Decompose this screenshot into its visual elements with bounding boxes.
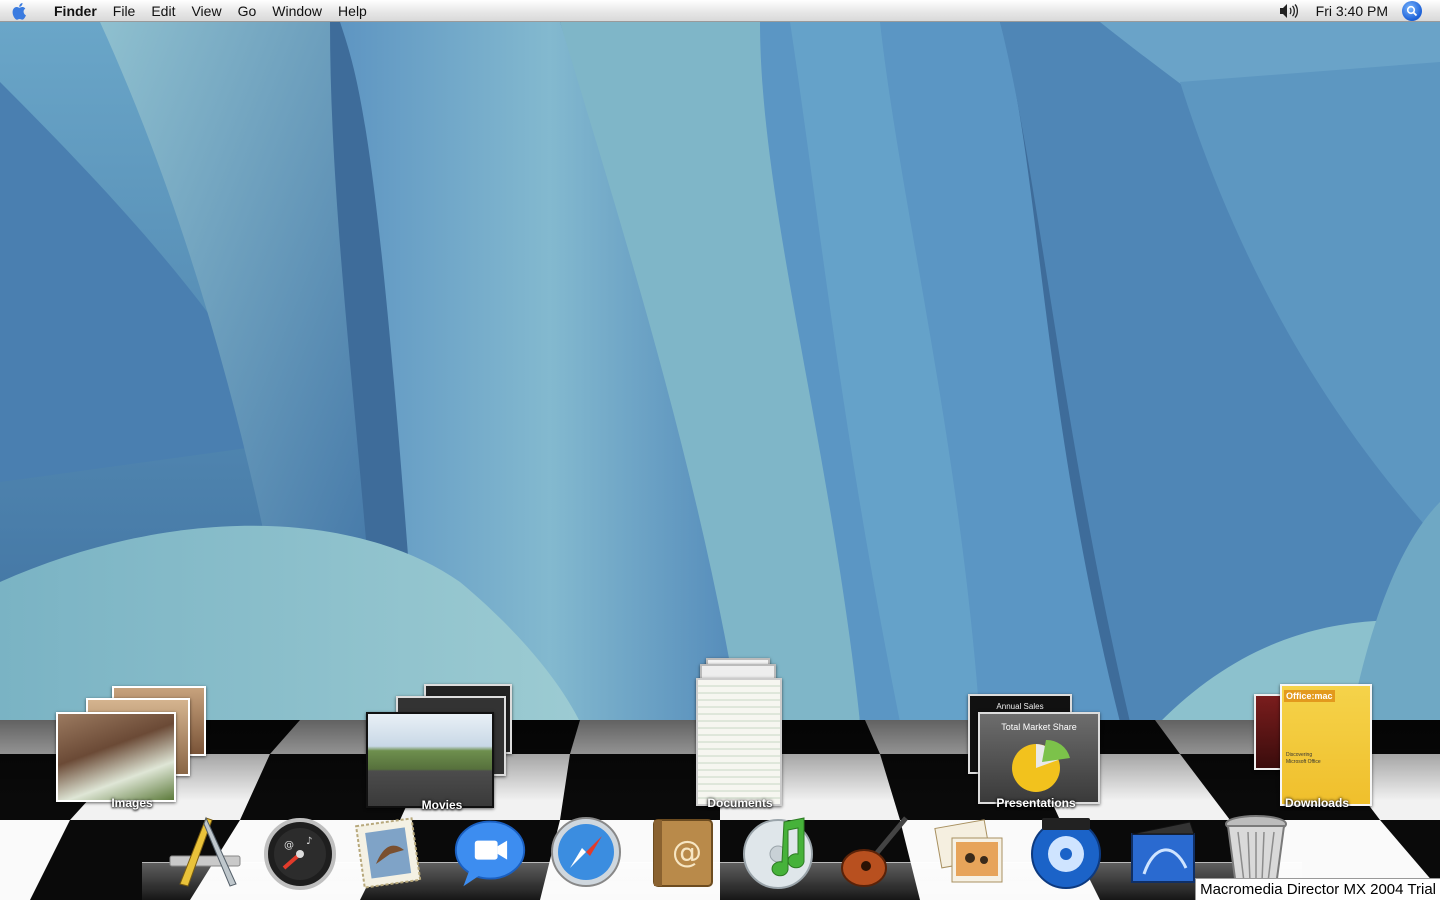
download-thumbnail: Office:mac Discovering Microsoft Office — [1280, 684, 1372, 806]
slide-title-back: Annual Sales — [996, 702, 1044, 711]
menu-go[interactable]: Go — [230, 0, 265, 22]
dock-itunes-icon[interactable] — [740, 812, 816, 892]
stack-images[interactable]: Images — [52, 684, 212, 812]
dock-garageband-icon[interactable] — [836, 812, 912, 892]
stack-label-movies: Movies — [421, 798, 463, 812]
volume-icon[interactable] — [1276, 0, 1300, 22]
pie-chart-icon — [1012, 739, 1070, 792]
dock-imovie-icon[interactable] — [1124, 812, 1200, 892]
stack-movies[interactable]: Movies — [362, 684, 522, 814]
presentation-thumbnail: Total Market Share — [978, 712, 1100, 804]
menu-window[interactable]: Window — [264, 0, 330, 22]
trial-banner: Macromedia Director MX 2004 Trial — [1195, 878, 1440, 900]
image-thumbnail — [56, 712, 176, 802]
menu-app-name[interactable]: Finder — [38, 0, 105, 22]
office-subtitle: Discovering Microsoft Office — [1286, 752, 1321, 765]
document-thumbnail — [696, 678, 782, 806]
dock-address-book-icon[interactable]: @ — [644, 812, 720, 892]
apple-menu-icon[interactable] — [0, 0, 38, 22]
svg-text:@: @ — [284, 840, 294, 851]
office-mac-logo: Office:mac — [1284, 690, 1335, 702]
stack-downloads[interactable]: Office:mac Discovering Microsoft Office … — [1252, 684, 1382, 812]
dock-iphoto-icon[interactable] — [932, 812, 1008, 892]
menu-file[interactable]: File — [105, 0, 144, 22]
menu-clock[interactable]: Fri 3:40 PM — [1300, 3, 1402, 19]
slide-title-front: Total Market Share — [1001, 722, 1077, 732]
dock-mail-icon[interactable] — [350, 812, 426, 892]
menu-edit[interactable]: Edit — [143, 0, 183, 22]
stack-label-documents: Documents — [707, 796, 773, 810]
desktop-wallpaper — [0, 22, 1440, 722]
dock-dvd-player-icon[interactable] — [1028, 812, 1104, 892]
dock-ichat-icon[interactable] — [452, 812, 528, 892]
svg-text:@: @ — [672, 835, 702, 870]
spotlight-icon[interactable] — [1402, 1, 1422, 21]
stack-documents[interactable]: Documents — [690, 656, 790, 812]
menu-help[interactable]: Help — [330, 0, 375, 22]
menu-bar: Finder File Edit View Go Window Help Fri… — [0, 0, 1440, 22]
dock-dashboard-icon[interactable]: @ ♪ — [262, 812, 338, 892]
movie-thumbnail — [366, 712, 494, 808]
stack-presentations[interactable]: Annual Sales Total Market Share Presenta… — [966, 694, 1106, 814]
stack-label-presentations: Presentations — [996, 796, 1076, 810]
dock-applications-icon[interactable] — [166, 812, 242, 892]
stack-label-downloads: Downloads — [1284, 796, 1349, 810]
svg-text:♪: ♪ — [306, 836, 312, 847]
stack-label-images: Images — [111, 796, 153, 810]
menu-view[interactable]: View — [183, 0, 229, 22]
dock-safari-icon[interactable] — [548, 812, 624, 892]
